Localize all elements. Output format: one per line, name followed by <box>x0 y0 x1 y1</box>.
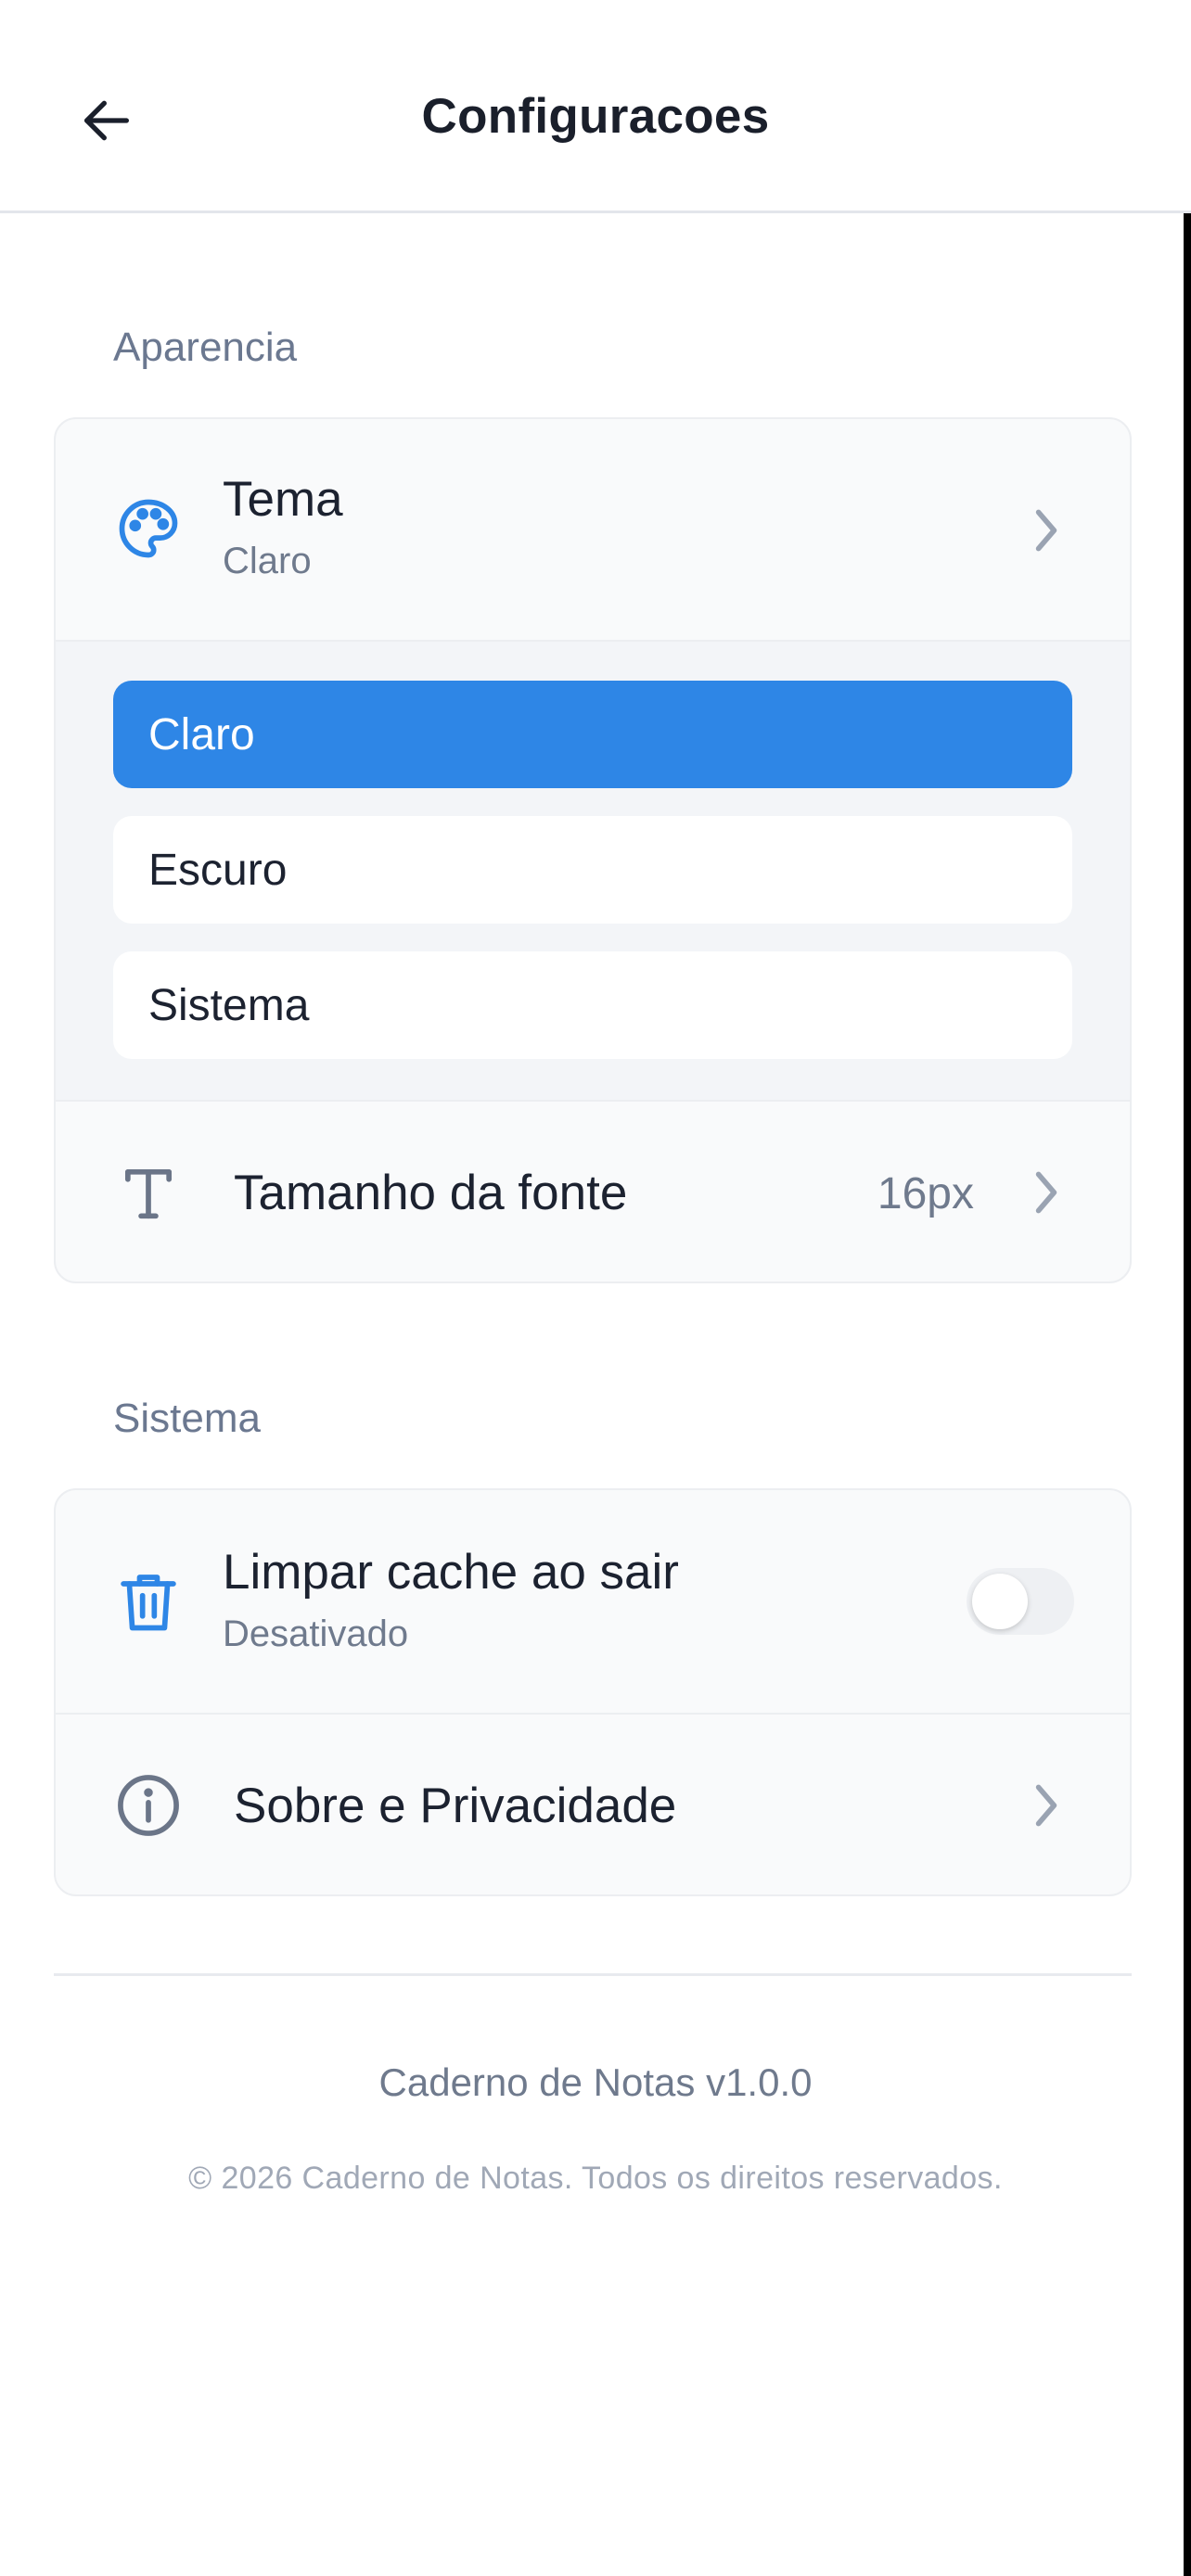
theme-subtitle: Claro <box>223 541 312 581</box>
top-bar: Configuracoes <box>0 0 1191 213</box>
app-version: Caderno de Notas v1.0.0 <box>378 2060 813 2104</box>
font-size-value: 16px <box>877 1169 974 1218</box>
about-row[interactable]: Sobre e Privacidade <box>56 1713 1130 1894</box>
theme-options: Claro Escuro Sistema <box>56 640 1130 1100</box>
info-icon <box>113 1770 184 1841</box>
section-label-appearance: Aparencia <box>113 325 298 370</box>
system-card: Limpar cache ao sair Desativado Sobre e … <box>54 1488 1132 1896</box>
theme-option-escuro[interactable]: Escuro <box>113 816 1072 924</box>
footer-divider <box>54 1973 1132 1976</box>
theme-option-sistema[interactable]: Sistema <box>113 951 1072 1059</box>
theme-option-claro[interactable]: Claro <box>113 681 1072 788</box>
theme-title: Tema <box>223 472 343 527</box>
theme-row[interactable]: Tema Claro <box>56 419 1130 640</box>
chevron-right-icon <box>1028 1165 1065 1220</box>
about-title: Sobre e Privacidade <box>234 1779 677 1833</box>
font-size-title: Tamanho da fonte <box>234 1166 628 1220</box>
toggle-knob <box>972 1574 1028 1629</box>
clear-cache-title: Limpar cache ao sair <box>223 1545 679 1600</box>
font-size-row[interactable]: Tamanho da fonte 16px <box>56 1100 1130 1282</box>
text-size-icon <box>113 1157 184 1228</box>
copyright-text: © 2026 Caderno de Notas. Todos os direit… <box>188 2161 1003 2196</box>
page-title: Configuracoes <box>421 89 770 144</box>
chevron-right-icon <box>1028 503 1065 558</box>
section-label-system: Sistema <box>113 1396 261 1441</box>
clear-cache-subtitle: Desativado <box>223 1613 409 1654</box>
trash-icon <box>113 1566 184 1637</box>
palette-icon <box>113 493 184 564</box>
clear-cache-text: Limpar cache ao sair Desativado <box>223 1544 679 1655</box>
clear-cache-row: Limpar cache ao sair Desativado <box>56 1490 1130 1713</box>
clear-cache-toggle[interactable] <box>967 1568 1074 1635</box>
appearance-card: Tema Claro Claro Escuro Sistema Tamanho … <box>54 417 1132 1283</box>
chevron-right-icon <box>1028 1778 1065 1833</box>
theme-text: Tema Claro <box>223 471 343 582</box>
